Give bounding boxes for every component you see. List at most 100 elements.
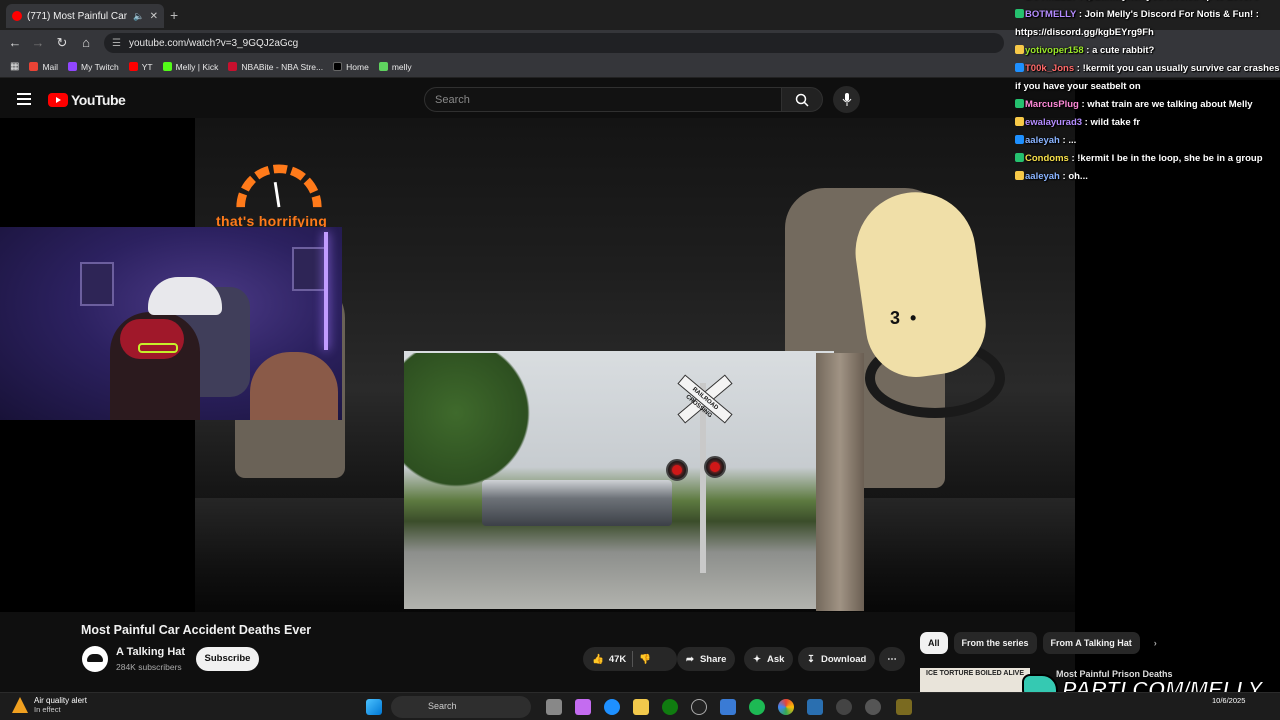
youtube-logo-text: YouTube: [71, 92, 126, 108]
taskbar-search[interactable]: Search: [391, 696, 531, 718]
subscribe-button[interactable]: Subscribe: [196, 647, 259, 671]
chat-username[interactable]: ewalayurad3: [1025, 117, 1082, 128]
ask-label: Ask: [766, 653, 785, 665]
edge-icon[interactable]: [604, 699, 620, 715]
chip-from-channel[interactable]: From A Talking Hat: [1042, 632, 1140, 654]
chat-username[interactable]: MarcusPlug: [1025, 99, 1079, 110]
chat-badge-icon: [1015, 99, 1024, 108]
warning-icon: [12, 697, 28, 713]
reload-icon[interactable]: ↻: [53, 35, 71, 51]
chip-all[interactable]: All: [920, 632, 948, 654]
search-button[interactable]: [781, 87, 823, 112]
forward-icon[interactable]: →: [29, 35, 47, 50]
app-icon[interactable]: [896, 699, 912, 715]
start-icon[interactable]: [366, 699, 382, 715]
menu-icon[interactable]: [17, 93, 31, 105]
download-button[interactable]: ↧ Download: [798, 647, 876, 671]
chat-badge-icon: [1015, 117, 1024, 126]
chat-username[interactable]: aaleyah: [1025, 135, 1060, 146]
utility-pole: [816, 353, 864, 611]
channel-avatar[interactable]: [82, 646, 108, 672]
bookmark-label: Home: [346, 61, 369, 72]
home-icon[interactable]: ⌂: [77, 35, 95, 50]
site-info-icon[interactable]: ☰: [112, 38, 121, 49]
voice-search-button[interactable]: [833, 86, 860, 113]
back-icon[interactable]: ←: [6, 35, 24, 50]
bookmark-yt[interactable]: YT: [128, 61, 153, 72]
twitch-icon: [68, 62, 78, 71]
file-explorer-icon[interactable]: [633, 699, 649, 715]
chat-username[interactable]: T00k_Jons: [1025, 63, 1074, 74]
weather-widget[interactable]: Air quality alert In effect: [12, 696, 87, 714]
new-tab-button[interactable]: +: [170, 7, 178, 23]
subscriber-count: 284K subscribers: [116, 662, 182, 672]
chat-message: aaleyah : oh...: [1015, 168, 1280, 186]
more-actions-button[interactable]: ⋯: [879, 647, 905, 671]
ask-button[interactable]: ✦ Ask: [744, 647, 794, 671]
chrome-icon[interactable]: [778, 699, 794, 715]
chips-next-icon[interactable]: ›: [1146, 632, 1165, 654]
next-video-thumbnail[interactable]: ICE TORTURE BOILED ALIVE: [920, 668, 1030, 692]
youtube-logo[interactable]: YouTube: [48, 92, 126, 108]
crossing-light-icon: [666, 459, 688, 481]
chip-from-series[interactable]: From the series: [953, 632, 1037, 654]
thumbs-down-icon: 👎: [639, 653, 652, 665]
chat-message: MarcusPlug : what train are we talking a…: [1015, 96, 1280, 114]
channel-name[interactable]: A Talking Hat: [116, 646, 185, 658]
system-clock[interactable]: 10/6/2025: [1212, 695, 1245, 706]
obs-icon[interactable]: [691, 699, 707, 715]
like-count: 47K: [608, 653, 627, 665]
url-field[interactable]: ☰ youtube.com/watch?v=3_9GQJ2aGcg: [104, 33, 1004, 53]
nbabite-icon: [228, 62, 238, 71]
apps-icon[interactable]: ▦: [10, 61, 19, 72]
bookmark-nbabite[interactable]: NBABite - NBA Stre...: [228, 62, 323, 72]
streamer-glasses: [138, 343, 178, 353]
melly-icon: [378, 62, 388, 71]
search-input[interactable]: Search: [424, 87, 782, 112]
task-view-icon[interactable]: [546, 699, 562, 715]
chat-username[interactable]: Condoms: [1025, 153, 1069, 164]
store-icon[interactable]: [720, 699, 736, 715]
share-button[interactable]: ➦ Share: [677, 647, 736, 671]
browser-tab[interactable]: (771) Most Painful Car Accide 🔈 ✕: [6, 4, 164, 28]
chat-username[interactable]: aaleyah: [1025, 171, 1060, 182]
chat-badge-icon: [1015, 153, 1024, 162]
spotify-icon[interactable]: [749, 699, 765, 715]
bookmark-my-twitch[interactable]: My Twitch: [68, 62, 119, 72]
youtube-play-icon: [48, 93, 68, 107]
dislike-button[interactable]: 👎: [639, 654, 651, 665]
media-player-icon[interactable]: [836, 699, 852, 715]
bookmark-label: NBABite - NBA Stre...: [241, 61, 324, 72]
chat-message: ewalayurad3 : wild take fr: [1015, 114, 1280, 132]
chat-username[interactable]: BOTMELLY: [1025, 9, 1076, 20]
chat-text: : ...: [1059, 135, 1077, 146]
bookmark-label: YT: [141, 61, 153, 72]
chat-username[interactable]: BOTMELLY: [1025, 0, 1076, 2]
streamer-webcam: [0, 227, 342, 420]
like-button[interactable]: 👍 47K: [592, 654, 626, 665]
led-strip: [324, 232, 328, 350]
video-player[interactable]: that's horrifying RAILROAD CROSSING 3 •: [0, 118, 1075, 612]
bookmark-mail[interactable]: Mail: [29, 62, 58, 72]
chat-username[interactable]: yotivoper158: [1025, 45, 1084, 56]
speaker-icon[interactable]: 🔈: [133, 11, 144, 22]
bookmark-melly-kick[interactable]: Melly | Kick: [162, 62, 218, 72]
pillow: [250, 352, 338, 420]
chat-message: aaleyah : ...: [1015, 132, 1280, 150]
streamer-hair: [120, 319, 184, 359]
speedometer-icon: [236, 164, 322, 208]
crossing-light-icon: [704, 456, 726, 478]
bookmark-label: Mail: [42, 61, 59, 72]
chat-text: : oh...: [1059, 171, 1088, 182]
bookmark-home[interactable]: Home: [333, 62, 369, 72]
copilot-icon[interactable]: [575, 699, 591, 715]
divider: [632, 651, 634, 667]
close-tab-icon[interactable]: ✕: [150, 11, 158, 22]
app-icon[interactable]: [807, 699, 823, 715]
chat-badge-icon: [1015, 45, 1024, 54]
app-icon[interactable]: [865, 699, 881, 715]
chat-text: : !kermit I be in the loop, she be in a …: [1068, 153, 1263, 164]
xbox-icon[interactable]: [662, 699, 678, 715]
bookmark-melly[interactable]: melly: [378, 62, 412, 72]
taskbar-search-label: Search: [428, 701, 457, 711]
